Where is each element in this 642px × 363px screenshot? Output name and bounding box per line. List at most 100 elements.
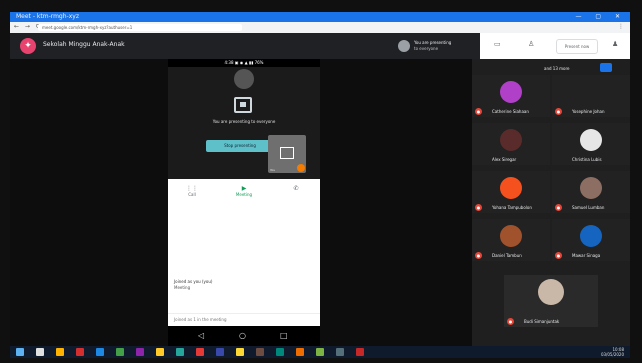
avatar bbox=[580, 225, 602, 247]
meeting-title: Sekolah Minggu Anak-Anak bbox=[43, 41, 125, 48]
taskbar-app-icon[interactable] bbox=[96, 348, 104, 356]
camera-avatar bbox=[234, 69, 254, 89]
taskbar-clock: 10:08 03/05/2020 bbox=[601, 347, 624, 357]
meeting-sheet: ⋮⋮ Call ▶ Meeting ✆ Joined as you (you) bbox=[168, 179, 320, 326]
taskbar-app-icon[interactable] bbox=[296, 348, 304, 356]
desktop-screen: Meet - ktm-rmgh-xyz — ▢ ✕ ← → ⟳ meet.goo… bbox=[0, 0, 642, 363]
participant-name: Samuel Lumban bbox=[572, 205, 605, 210]
taskbar-app-icon[interactable] bbox=[56, 348, 64, 356]
taskbar-app-icon[interactable] bbox=[16, 348, 24, 356]
tab-call[interactable]: ⋮⋮ Call bbox=[172, 185, 212, 197]
mic-off-icon: ● bbox=[475, 204, 482, 211]
tab-meeting[interactable]: ▶ Meeting bbox=[224, 185, 264, 197]
self-name: You bbox=[270, 168, 276, 172]
call-tab-icon: ⋮⋮ bbox=[186, 185, 198, 192]
participant-tile[interactable]: ● Yosephine Johan bbox=[552, 75, 630, 117]
windows-taskbar: 10:08 03/05/2020 bbox=[10, 346, 630, 358]
avatar bbox=[500, 177, 522, 199]
window-title: Meet - ktm-rmgh-xyz bbox=[16, 13, 79, 20]
account-icon[interactable]: ♟ bbox=[612, 40, 618, 48]
taskbar-app-icon[interactable] bbox=[76, 348, 84, 356]
avatar bbox=[500, 81, 522, 103]
phone-status-bar: 4:38 ▣ ◉ ▲ ▮▮ 76% bbox=[168, 59, 320, 67]
participant-name: Catherine Siahaan bbox=[492, 109, 529, 114]
participant-tile[interactable]: ● Mawar Sinaga bbox=[552, 219, 630, 261]
stop-presenting-button[interactable]: Stop presenting bbox=[206, 140, 274, 152]
participant-name: Mawar Sinaga bbox=[572, 253, 601, 258]
participants-grid: and 13 more ● Catherine Siahaan ● Yoseph… bbox=[472, 59, 630, 346]
taskbar-app-icon[interactable] bbox=[136, 348, 144, 356]
participant-name: Christina Lubis bbox=[572, 157, 602, 162]
taskbar-app-icon[interactable] bbox=[236, 348, 244, 356]
participant-name: Budi Simanjuntak bbox=[524, 319, 560, 324]
url-field[interactable]: meet.google.com/ktm-rmgh-xyz?authuser=1 bbox=[38, 24, 242, 31]
taskbar-app-icon[interactable] bbox=[356, 348, 364, 356]
meeting-tab-icon: ▶ bbox=[241, 185, 247, 192]
taskbar-app-icon[interactable] bbox=[256, 348, 264, 356]
camera-off-icon bbox=[280, 147, 294, 159]
window-controls[interactable]: — ▢ ✕ bbox=[575, 12, 626, 22]
present-now-button[interactable]: Present now bbox=[556, 39, 598, 54]
presenter-line2: to everyone bbox=[414, 46, 439, 51]
clock-date: 03/05/2020 bbox=[600, 352, 624, 357]
presenting-caption: You are presenting to everyone bbox=[212, 119, 276, 124]
participant-tile[interactable]: ● Yohana Tampubolon bbox=[472, 171, 550, 213]
mic-off-icon: ● bbox=[507, 318, 514, 325]
recents-icon[interactable]: □ bbox=[280, 331, 288, 340]
present-screen-icon bbox=[234, 97, 252, 113]
meet-logo-icon: ✦ bbox=[20, 38, 36, 54]
mic-off-icon: ● bbox=[555, 108, 562, 115]
taskbar-app-icon[interactable] bbox=[216, 348, 224, 356]
avatar bbox=[580, 81, 602, 103]
menu-icon[interactable]: ⋮ bbox=[618, 23, 624, 30]
browser-titlebar: Meet - ktm-rmgh-xyz — ▢ ✕ bbox=[10, 12, 630, 22]
meeting-label: Meeting bbox=[174, 285, 191, 290]
home-icon[interactable]: ○ bbox=[239, 331, 246, 340]
participant-tile[interactable]: Christina Lubis bbox=[552, 123, 630, 165]
taskbar-app-icon[interactable] bbox=[36, 348, 44, 356]
taskbar-app-icon[interactable] bbox=[116, 348, 124, 356]
taskbar-app-icon[interactable] bbox=[316, 348, 324, 356]
back-icon[interactable]: ◁ bbox=[198, 331, 204, 340]
participant-name: Yohana Tampubolon bbox=[492, 205, 532, 210]
phone-screen: 4:38 ▣ ◉ ▲ ▮▮ 76% You are presenting to … bbox=[168, 59, 320, 346]
more-participants-button[interactable] bbox=[600, 63, 612, 72]
taskbar-app-icon[interactable] bbox=[156, 348, 164, 356]
avatar bbox=[538, 279, 564, 305]
more-participants-label: and 13 more bbox=[544, 66, 570, 71]
participant-tile[interactable]: ● Samuel Lumban bbox=[552, 171, 630, 213]
mic-off-icon: ● bbox=[475, 108, 482, 115]
joined-text: Joined as you (you) bbox=[174, 279, 213, 284]
avatar bbox=[580, 177, 602, 199]
tab-phone[interactable]: ✆ bbox=[276, 185, 316, 192]
android-nav-bar: ◁ ○ □ bbox=[168, 326, 320, 346]
taskbar-app-icon[interactable] bbox=[196, 348, 204, 356]
avatar bbox=[500, 225, 522, 247]
mic-off-icon: ● bbox=[555, 252, 562, 259]
phone-tab-icon: ✆ bbox=[293, 185, 299, 192]
captions-icon[interactable]: ▭ bbox=[494, 40, 501, 48]
taskbar-app-icon[interactable] bbox=[336, 348, 344, 356]
participant-tile[interactable]: Alex Siregar bbox=[472, 123, 550, 165]
people-icon[interactable]: ♙ bbox=[528, 40, 534, 48]
meet-toolbar: ▭ ♙ Present now ♟ bbox=[480, 33, 630, 59]
self-view-tile: You bbox=[268, 135, 306, 173]
mic-off-icon: ● bbox=[555, 204, 562, 211]
participant-name: Daniel Tambun bbox=[492, 253, 522, 258]
participant-tile-large[interactable]: ● Budi Simanjuntak bbox=[504, 275, 598, 327]
participant-tile[interactable]: ● Daniel Tambun bbox=[472, 219, 550, 261]
presenter-avatar bbox=[398, 40, 410, 52]
sheet-footer: Joined as 1 in the meeting bbox=[168, 313, 320, 325]
taskbar-app-icon[interactable] bbox=[176, 348, 184, 356]
presenter-line1: You are presenting bbox=[414, 40, 452, 45]
participant-name: Alex Siregar bbox=[492, 157, 517, 162]
meet-window: ✦ Sekolah Minggu Anak-Anak You are prese… bbox=[10, 33, 630, 346]
mic-off-icon: ● bbox=[475, 252, 482, 259]
presentation-stage: 4:38 ▣ ◉ ▲ ▮▮ 76% You are presenting to … bbox=[10, 59, 472, 346]
participant-tile[interactable]: ● Catherine Siahaan bbox=[472, 75, 550, 117]
avatar bbox=[580, 129, 602, 151]
sheet-tabs: ⋮⋮ Call ▶ Meeting ✆ bbox=[168, 183, 320, 201]
avatar bbox=[500, 129, 522, 151]
taskbar-app-icon[interactable] bbox=[276, 348, 284, 356]
status-badge bbox=[297, 164, 305, 172]
